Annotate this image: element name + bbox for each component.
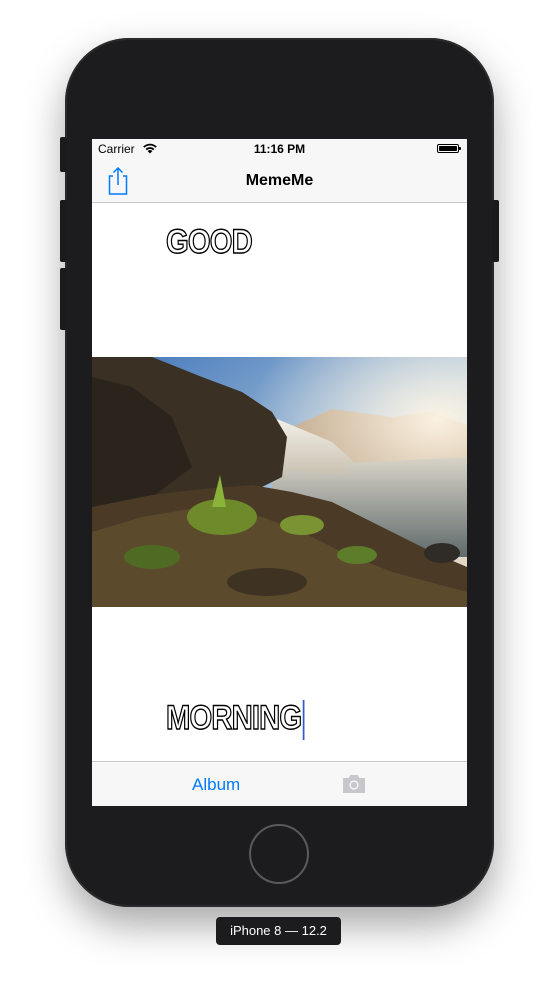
meme-image — [92, 357, 467, 607]
camera-icon[interactable] — [341, 773, 367, 794]
status-time: 11:16 PM — [253, 142, 306, 156]
home-button[interactable] — [249, 824, 309, 884]
top-text-field[interactable]: GOOD — [165, 222, 253, 262]
page-title: MemeMe — [245, 172, 314, 189]
bottom-text-field[interactable]: MORNING — [165, 698, 305, 741]
volume-down-button — [60, 268, 67, 330]
album-button[interactable]: Album — [192, 775, 240, 795]
top-text-value: GOOD — [165, 222, 253, 261]
text-cursor — [303, 700, 305, 741]
status-bar: Carrier 11:16 PM — [92, 139, 467, 159]
battery-icon — [437, 144, 461, 153]
device-screen: Carrier 11:16 PM MemeMe GOOD MORNING Alb… — [92, 139, 467, 806]
bottom-text-value: MORNING — [165, 698, 302, 737]
power-button — [492, 200, 499, 262]
navigation-bar: MemeMe — [92, 159, 467, 203]
meme-canvas: GOOD MORNING — [92, 203, 467, 761]
bottom-toolbar: Album — [92, 761, 467, 806]
device-label: iPhone 8 — 12.2 — [216, 917, 341, 945]
volume-up-button — [60, 200, 67, 262]
mute-switch — [60, 137, 67, 172]
